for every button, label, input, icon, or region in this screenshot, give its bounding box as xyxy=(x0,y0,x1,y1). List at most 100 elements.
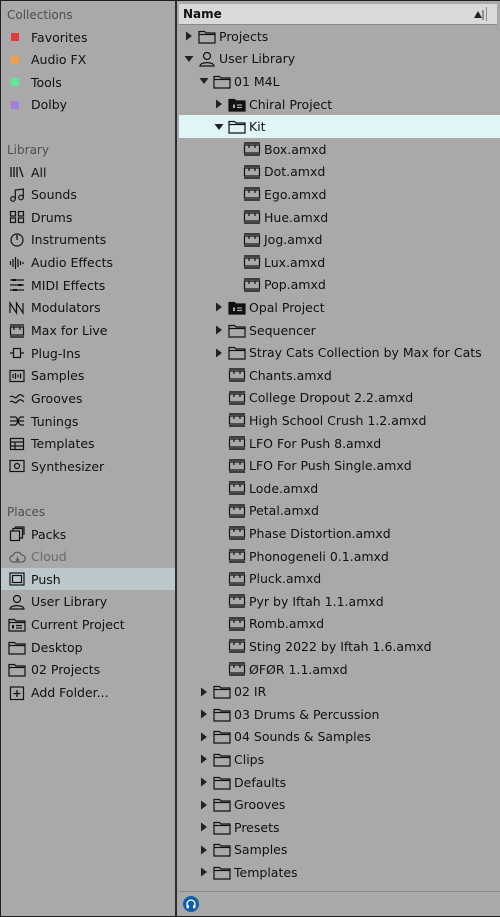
library-item-modulators[interactable]: Modulators xyxy=(1,297,175,319)
library-item-audio-effects[interactable]: Audio Effects xyxy=(1,252,175,274)
library-label: Audio Effects xyxy=(31,255,113,271)
tree-file-row[interactable]: LFO For Push 8.amxd xyxy=(179,432,500,455)
tree-folder-row[interactable]: Sequencer xyxy=(179,319,500,342)
color-swatch-icon xyxy=(5,71,29,93)
no-triangle xyxy=(214,432,224,454)
tree-folder-row[interactable]: Samples xyxy=(179,839,500,862)
tree-folder-row[interactable]: Clips xyxy=(179,748,500,771)
tree-folder-row[interactable]: 04 Sounds & Samples xyxy=(179,726,500,749)
tree-file-row[interactable]: Petal.amxd xyxy=(179,500,500,523)
folder-icon xyxy=(5,636,29,658)
collection-item-favorites[interactable]: Favorites xyxy=(1,26,175,48)
tree-folder-row[interactable]: Grooves xyxy=(179,793,500,816)
library-item-synthesizer[interactable]: Synthesizer xyxy=(1,455,175,477)
places-item-02-projects[interactable]: 02 Projects xyxy=(1,659,175,681)
no-triangle xyxy=(214,500,224,522)
expand-triangle-icon[interactable] xyxy=(199,861,209,883)
places-item-current-project[interactable]: Current Project xyxy=(1,614,175,636)
tree-file-row[interactable]: LFO For Push Single.amxd xyxy=(179,454,500,477)
tree-folder-row[interactable]: 02 IR xyxy=(179,680,500,703)
tree-folder-row[interactable]: Opal Project xyxy=(179,296,500,319)
tree-file-row[interactable]: Lux.amxd xyxy=(179,251,500,274)
expand-triangle-icon[interactable] xyxy=(214,342,224,364)
collection-item-audio-fx[interactable]: Audio FX xyxy=(1,49,175,71)
expand-triangle-icon[interactable] xyxy=(199,748,209,770)
grooves-icon xyxy=(5,388,29,410)
places-item-user-library[interactable]: User Library xyxy=(1,591,175,613)
tree-folder-row[interactable]: 03 Drums & Percussion xyxy=(179,703,500,726)
places-item-packs[interactable]: Packs xyxy=(1,523,175,545)
expand-triangle-icon[interactable] xyxy=(214,93,224,115)
places-item-cloud[interactable]: Cloud xyxy=(1,546,175,568)
tree-file-row[interactable]: Romb.amxd xyxy=(179,613,500,636)
tree-item-label: LFO For Push Single.amxd xyxy=(249,458,412,474)
expand-triangle-icon[interactable] xyxy=(199,726,209,748)
headphones-icon[interactable] xyxy=(183,896,199,912)
tree-file-row[interactable]: Pyr by Iftah 1.1.amxd xyxy=(179,590,500,613)
device-icon xyxy=(227,477,247,499)
no-triangle xyxy=(214,409,224,431)
collapse-triangle-icon[interactable] xyxy=(199,70,209,92)
tree-file-row[interactable]: Lode.amxd xyxy=(179,477,500,500)
collection-item-dolby[interactable]: Dolby xyxy=(1,94,175,116)
library-item-grooves[interactable]: Grooves xyxy=(1,388,175,410)
library-item-midi-effects[interactable]: MIDI Effects xyxy=(1,274,175,296)
sort-ascending-icon[interactable] xyxy=(471,8,485,22)
tree-file-row[interactable]: Chants.amxd xyxy=(179,364,500,387)
expand-triangle-icon[interactable] xyxy=(199,681,209,703)
tree-file-row[interactable]: Jog.amxd xyxy=(179,228,500,251)
tree-folder-row[interactable]: Stray Cats Collection by Max for Cats xyxy=(179,341,500,364)
tree-folder-row[interactable]: Kit xyxy=(179,115,500,138)
tree-folder-row[interactable]: Templates xyxy=(179,861,500,884)
tree-folder-row[interactable]: Projects xyxy=(179,25,500,48)
library-item-samples[interactable]: Samples xyxy=(1,365,175,387)
tree-file-row[interactable]: Dot.amxd xyxy=(179,161,500,184)
library-label: Plug-Ins xyxy=(31,345,81,361)
library-item-sounds[interactable]: Sounds xyxy=(1,184,175,206)
expand-triangle-icon[interactable] xyxy=(199,839,209,861)
tree-folder-row[interactable]: Defaults xyxy=(179,771,500,794)
tree-file-row[interactable]: Box.amxd xyxy=(179,138,500,161)
tree-folder-row[interactable]: User Library xyxy=(179,48,500,71)
library-item-all[interactable]: All xyxy=(1,161,175,183)
folder-icon xyxy=(5,659,29,681)
collapse-triangle-icon[interactable] xyxy=(184,48,194,70)
collapse-triangle-icon[interactable] xyxy=(214,116,224,138)
expand-triangle-icon[interactable] xyxy=(184,25,194,47)
expand-triangle-icon[interactable] xyxy=(214,319,224,341)
tree-folder-row[interactable]: 01 M4L xyxy=(179,70,500,93)
tree-file-row[interactable]: Phase Distortion.amxd xyxy=(179,522,500,545)
tree-file-row[interactable]: Sting 2022 by Iftah 1.6.amxd xyxy=(179,635,500,658)
folder-icon xyxy=(197,25,217,47)
tree-file-row[interactable]: Phonogeneli 0.1.amxd xyxy=(179,545,500,568)
expand-triangle-icon[interactable] xyxy=(214,296,224,318)
expand-triangle-icon[interactable] xyxy=(199,771,209,793)
collection-item-tools[interactable]: Tools xyxy=(1,71,175,93)
tree-file-row[interactable]: Pop.amxd xyxy=(179,274,500,297)
expand-triangle-icon[interactable] xyxy=(199,816,209,838)
places-item-add-folder-[interactable]: Add Folder... xyxy=(1,682,175,704)
library-item-instruments[interactable]: Instruments xyxy=(1,229,175,251)
library-item-plug-ins[interactable]: Plug-Ins xyxy=(1,342,175,364)
library-item-tunings[interactable]: Tunings xyxy=(1,410,175,432)
packs-icon xyxy=(5,523,29,545)
tree-file-row[interactable]: Hue.amxd xyxy=(179,206,500,229)
tree-file-row[interactable]: ØFØR 1.1.amxd xyxy=(179,658,500,681)
collection-label: Audio FX xyxy=(31,52,87,68)
expand-triangle-icon[interactable] xyxy=(199,703,209,725)
library-item-max-for-live[interactable]: Max for Live xyxy=(1,320,175,342)
library-item-drums[interactable]: Drums xyxy=(1,206,175,228)
expand-triangle-icon[interactable] xyxy=(199,794,209,816)
name-column-header[interactable]: Name xyxy=(179,4,497,25)
tree-file-row[interactable]: Pluck.amxd xyxy=(179,567,500,590)
tree-file-row[interactable]: High School Crush 1.2.amxd xyxy=(179,409,500,432)
swatch xyxy=(11,100,19,109)
tree-file-row[interactable]: College Dropout 2.2.amxd xyxy=(179,387,500,410)
tree-folder-row[interactable]: Chiral Project xyxy=(179,93,500,116)
tree-file-row[interactable]: Ego.amxd xyxy=(179,183,500,206)
folder-icon xyxy=(227,319,247,341)
tree-folder-row[interactable]: Presets xyxy=(179,816,500,839)
places-item-desktop[interactable]: Desktop xyxy=(1,636,175,658)
places-item-push[interactable]: Push xyxy=(1,568,175,591)
library-item-templates[interactable]: Templates xyxy=(1,433,175,455)
